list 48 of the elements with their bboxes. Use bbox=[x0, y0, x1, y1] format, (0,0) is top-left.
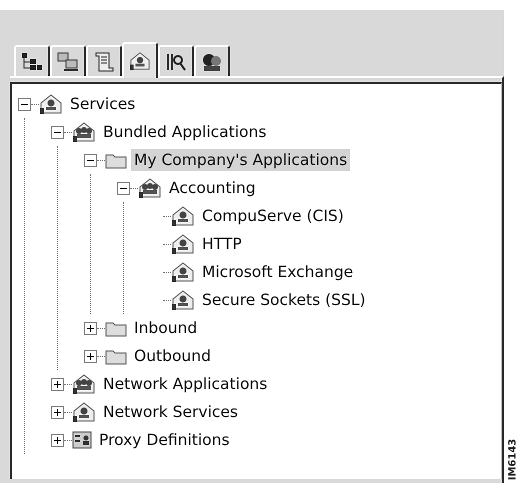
tree-item[interactable]: My Company's Applications bbox=[131, 149, 350, 171]
folder-icon bbox=[105, 320, 127, 336]
expand-toggle[interactable] bbox=[84, 350, 97, 362]
expand-toggle[interactable] bbox=[84, 322, 97, 334]
tree-item[interactable]: CompuServe (CIS) bbox=[199, 205, 347, 227]
person-house-icon bbox=[171, 205, 195, 227]
tab[interactable] bbox=[50, 45, 86, 76]
tree-item[interactable]: Secure Sockets (SSL) bbox=[199, 289, 369, 311]
collapse-toggle[interactable] bbox=[117, 182, 130, 194]
document-icon bbox=[93, 52, 115, 72]
tab[interactable] bbox=[122, 42, 158, 78]
tree-item[interactable]: Inbound bbox=[131, 317, 200, 339]
keys-icon bbox=[165, 52, 187, 72]
card-icon bbox=[72, 431, 92, 449]
tree-item[interactable]: Accounting bbox=[166, 177, 259, 199]
figure-id: IM6143 bbox=[507, 438, 518, 480]
person-house-icon bbox=[39, 93, 63, 115]
folder-icon bbox=[105, 152, 127, 168]
tree-item[interactable]: HTTP bbox=[199, 233, 245, 255]
tree-icon bbox=[21, 52, 43, 72]
person-house-icon bbox=[171, 233, 195, 255]
collapse-toggle[interactable] bbox=[51, 126, 64, 138]
tree-item[interactable]: Network Applications bbox=[100, 373, 270, 395]
expand-toggle[interactable] bbox=[51, 378, 64, 390]
tab[interactable] bbox=[14, 45, 50, 76]
tab[interactable] bbox=[194, 45, 230, 76]
tab[interactable] bbox=[86, 45, 122, 76]
people-icon bbox=[138, 177, 162, 199]
tree-item[interactable]: Microsoft Exchange bbox=[199, 261, 356, 283]
people-icon bbox=[72, 121, 96, 143]
expand-toggle[interactable] bbox=[51, 434, 64, 446]
people-icon bbox=[72, 373, 96, 395]
computers-icon bbox=[57, 52, 79, 72]
tree-item[interactable]: Services bbox=[67, 93, 138, 115]
collapse-toggle[interactable] bbox=[18, 98, 31, 110]
people-icon bbox=[201, 52, 223, 72]
person-house-icon bbox=[171, 261, 195, 283]
person-house-icon bbox=[129, 51, 151, 71]
tree-item[interactable]: Outbound bbox=[131, 345, 214, 367]
collapse-toggle[interactable] bbox=[84, 154, 97, 166]
expand-toggle[interactable] bbox=[51, 406, 64, 418]
tree-item[interactable]: Bundled Applications bbox=[100, 121, 270, 143]
tab[interactable] bbox=[158, 45, 194, 76]
person-house-icon bbox=[72, 401, 96, 423]
person-house-icon bbox=[171, 289, 195, 311]
tree-item[interactable]: Proxy Definitions bbox=[96, 429, 233, 451]
folder-icon bbox=[105, 348, 127, 364]
tree-item[interactable]: Network Services bbox=[100, 401, 242, 423]
